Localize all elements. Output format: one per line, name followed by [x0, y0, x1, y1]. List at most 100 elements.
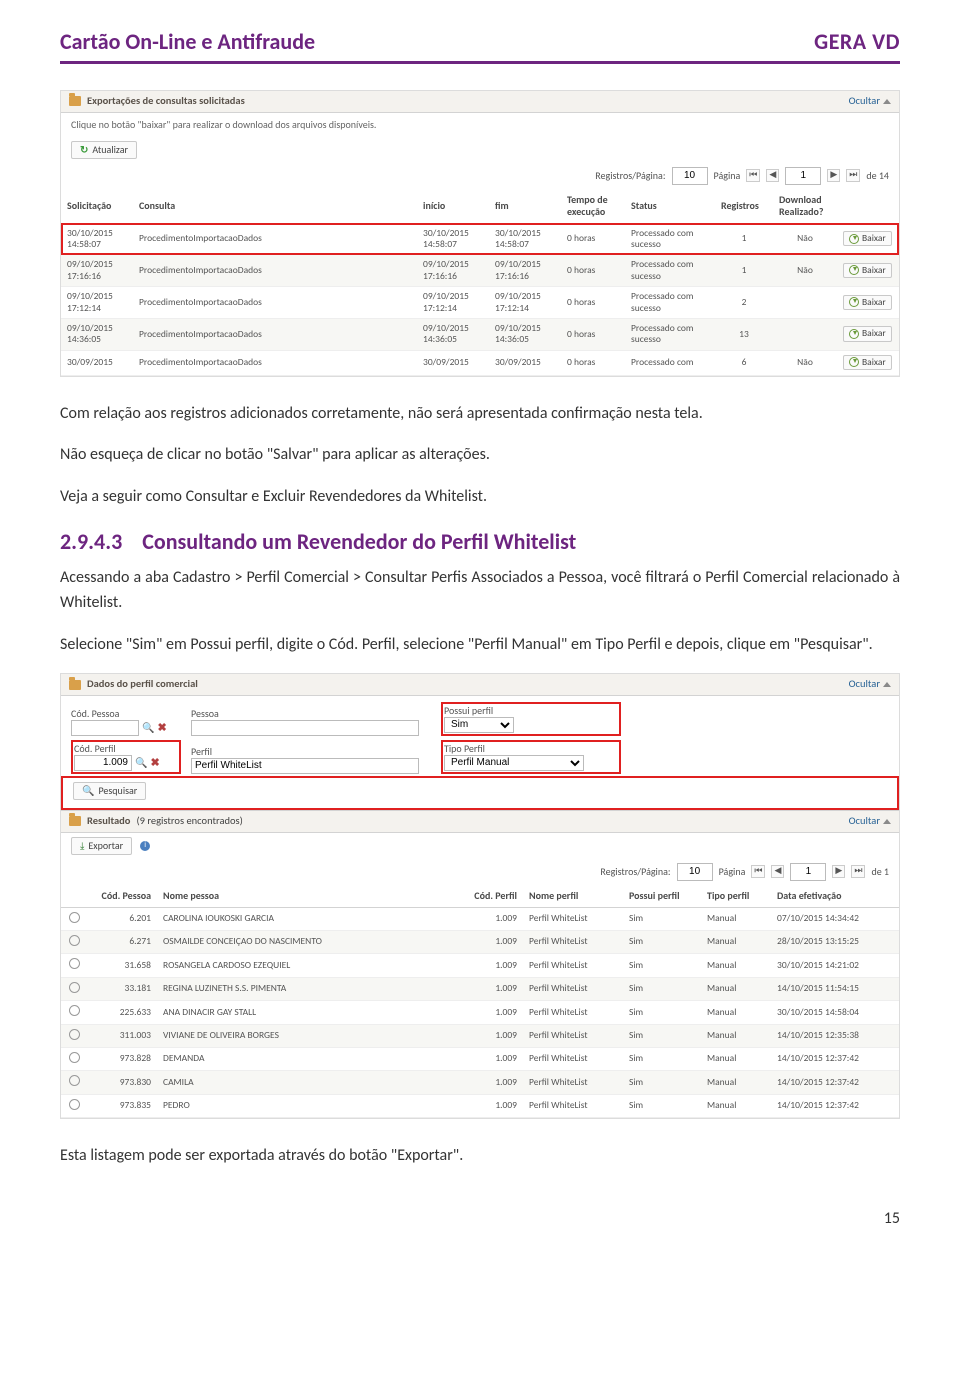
- possui-select[interactable]: Sim: [444, 717, 514, 733]
- folder-icon: [69, 816, 81, 826]
- col-status[interactable]: Status: [625, 189, 715, 224]
- row-radio[interactable]: [69, 935, 80, 946]
- row-radio[interactable]: [69, 1099, 80, 1110]
- page-prev[interactable]: ◀: [771, 865, 784, 878]
- table-row[interactable]: 33.181 REGINA LUZINETH S.S. PIMENTA 1.00…: [61, 977, 899, 1000]
- row-radio[interactable]: [69, 1075, 80, 1086]
- perfil-input[interactable]: [191, 758, 419, 774]
- chevron-up-icon: [883, 99, 891, 104]
- label-pessoa: Pessoa: [191, 708, 431, 720]
- download-icon: [849, 329, 859, 339]
- table-row[interactable]: 6.201 CAROLINA IOUKOSKI GARCIA 1.009 Per…: [61, 907, 899, 930]
- col-inicio[interactable]: início: [417, 189, 489, 224]
- label-cod-pessoa: Cód. Pessoa: [71, 708, 181, 720]
- export-table: Solicitação Consulta início fim Tempo de…: [61, 189, 899, 376]
- table-row[interactable]: 311.003 VIVIANE DE OLIVEIRA BORGES 1.009…: [61, 1024, 899, 1047]
- col-registros[interactable]: Registros: [715, 189, 773, 224]
- col-fim[interactable]: fim: [489, 189, 561, 224]
- table-row[interactable]: 6.271 OSMAILDE CONCEIÇAO DO NASCIMENTO 1…: [61, 930, 899, 953]
- result-title: Resultado: [87, 815, 130, 828]
- col-tempo[interactable]: Tempo de execução: [561, 189, 625, 224]
- hide-button[interactable]: Ocultar: [849, 815, 891, 828]
- download-button[interactable]: Baixar: [843, 231, 892, 246]
- hide-button[interactable]: Ocultar: [849, 95, 891, 108]
- download-button[interactable]: Baixar: [843, 355, 892, 370]
- table-row[interactable]: 973.830 CAMILA 1.009 Perfil WhiteList Si…: [61, 1071, 899, 1094]
- download-icon: [849, 234, 859, 244]
- download-button[interactable]: Baixar: [843, 263, 892, 278]
- row-radio[interactable]: [69, 1052, 80, 1063]
- row-radio[interactable]: [69, 912, 80, 923]
- search-button[interactable]: 🔍 Pesquisar: [73, 782, 146, 800]
- table-row[interactable]: 973.828 DEMANDA 1.009 Perfil WhiteList S…: [61, 1047, 899, 1070]
- col-cod-pessoa[interactable]: Cód. Pessoa: [87, 885, 157, 908]
- col-consulta[interactable]: Consulta: [133, 189, 417, 224]
- panel-title: Exportações de consultas solicitadas: [87, 95, 245, 108]
- download-icon: [849, 297, 859, 307]
- export-button[interactable]: ⤓ Exportar: [71, 837, 132, 855]
- clear-icon[interactable]: ✖: [150, 756, 159, 769]
- table-row[interactable]: 09/10/2015 14:36:05 ProcedimentoImportac…: [61, 318, 899, 350]
- table-row[interactable]: 09/10/2015 17:12:14 ProcedimentoImportac…: [61, 287, 899, 319]
- paragraph: Com relação aos registros adicionados co…: [60, 401, 900, 427]
- folder-icon: [69, 96, 81, 106]
- hide-button[interactable]: Ocultar: [849, 678, 891, 691]
- table-row[interactable]: 973.835 PEDRO 1.009 Perfil WhiteList Sim…: [61, 1094, 899, 1117]
- search-icon[interactable]: 🔍: [142, 722, 154, 734]
- section-number: 2.9.4.3: [60, 528, 122, 555]
- result-table: Cód. Pessoa Nome pessoa Cód. Perfil Nome…: [61, 885, 899, 1119]
- page-header: Cartão On-Line e Antifraude GERA VD: [60, 28, 900, 64]
- row-radio[interactable]: [69, 958, 80, 969]
- rpp-input[interactable]: [677, 863, 713, 881]
- rpp-input[interactable]: [672, 167, 708, 185]
- panel-title: Dados do perfil comercial: [87, 678, 198, 691]
- tipo-select[interactable]: Perfil Manual: [444, 755, 584, 771]
- page-first[interactable]: ⏮: [746, 169, 760, 182]
- clear-icon[interactable]: ✖: [157, 721, 166, 734]
- page-prev[interactable]: ◀: [766, 169, 779, 182]
- col-possui[interactable]: Possui perfil: [623, 885, 701, 908]
- page-last[interactable]: ⏭: [851, 865, 865, 878]
- export-icon: ⤓: [80, 840, 84, 852]
- pager-top: Registros/Página: Página ⏮ ◀ ▶ ⏭ de 14: [61, 163, 899, 189]
- cod-pessoa-input[interactable]: [71, 720, 139, 736]
- paragraph: Veja a seguir como Consultar e Excluir R…: [60, 484, 900, 510]
- col-nome-pessoa[interactable]: Nome pessoa: [157, 885, 459, 908]
- search-icon[interactable]: 🔍: [135, 757, 147, 769]
- hint-text: Clique no botão "baixar" para realizar o…: [61, 113, 899, 137]
- screenshot-dados-perfil: Dados do perfil comercial Ocultar Cód. P…: [60, 673, 900, 1119]
- table-row[interactable]: 31.658 ROSANGELA CARDOSO EZEQUIEL 1.009 …: [61, 954, 899, 977]
- table-row[interactable]: 30/09/2015 ProcedimentoImportacaoDados 3…: [61, 350, 899, 375]
- download-button[interactable]: Baixar: [843, 326, 892, 341]
- table-row[interactable]: 09/10/2015 17:16:16 ProcedimentoImportac…: [61, 255, 899, 287]
- col-solicitacao[interactable]: Solicitação: [61, 189, 133, 224]
- pessoa-input[interactable]: [191, 720, 419, 736]
- page-last[interactable]: ⏭: [846, 169, 860, 182]
- section-heading: 2.9.4.3 Consultando um Revendedor do Per…: [60, 528, 900, 555]
- page-input[interactable]: [785, 167, 821, 185]
- col-tipo[interactable]: Tipo perfil: [701, 885, 771, 908]
- info-icon[interactable]: i: [140, 841, 150, 851]
- label-perfil: Perfil: [191, 746, 431, 758]
- page-input[interactable]: [790, 863, 826, 881]
- col-download[interactable]: Download Realizado?: [773, 189, 837, 224]
- download-button[interactable]: Baixar: [843, 295, 892, 310]
- col-data[interactable]: Data efetivação: [771, 885, 899, 908]
- row-radio[interactable]: [69, 982, 80, 993]
- page-next[interactable]: ▶: [832, 865, 845, 878]
- paragraph: Não esqueça de clicar no botão "Salvar" …: [60, 442, 900, 468]
- page-first[interactable]: ⏮: [751, 865, 765, 878]
- label-cod-perfil: Cód. Perfil: [74, 743, 178, 755]
- col-nome-perfil[interactable]: Nome perfil: [523, 885, 623, 908]
- table-row[interactable]: 30/10/2015 14:58:07 ProcedimentoImportac…: [61, 223, 899, 255]
- col-cod-perfil[interactable]: Cód. Perfil: [459, 885, 523, 908]
- row-radio[interactable]: [69, 1005, 80, 1016]
- download-icon: [849, 265, 859, 275]
- refresh-button[interactable]: ↻ Atualizar: [71, 141, 137, 159]
- page-next[interactable]: ▶: [827, 169, 840, 182]
- cod-perfil-input[interactable]: [74, 755, 132, 771]
- table-row[interactable]: 225.633 ANA DINACIR GAY STALL 1.009 Perf…: [61, 1001, 899, 1024]
- row-radio[interactable]: [69, 1029, 80, 1040]
- download-icon: [849, 357, 859, 367]
- col-select: [61, 885, 87, 908]
